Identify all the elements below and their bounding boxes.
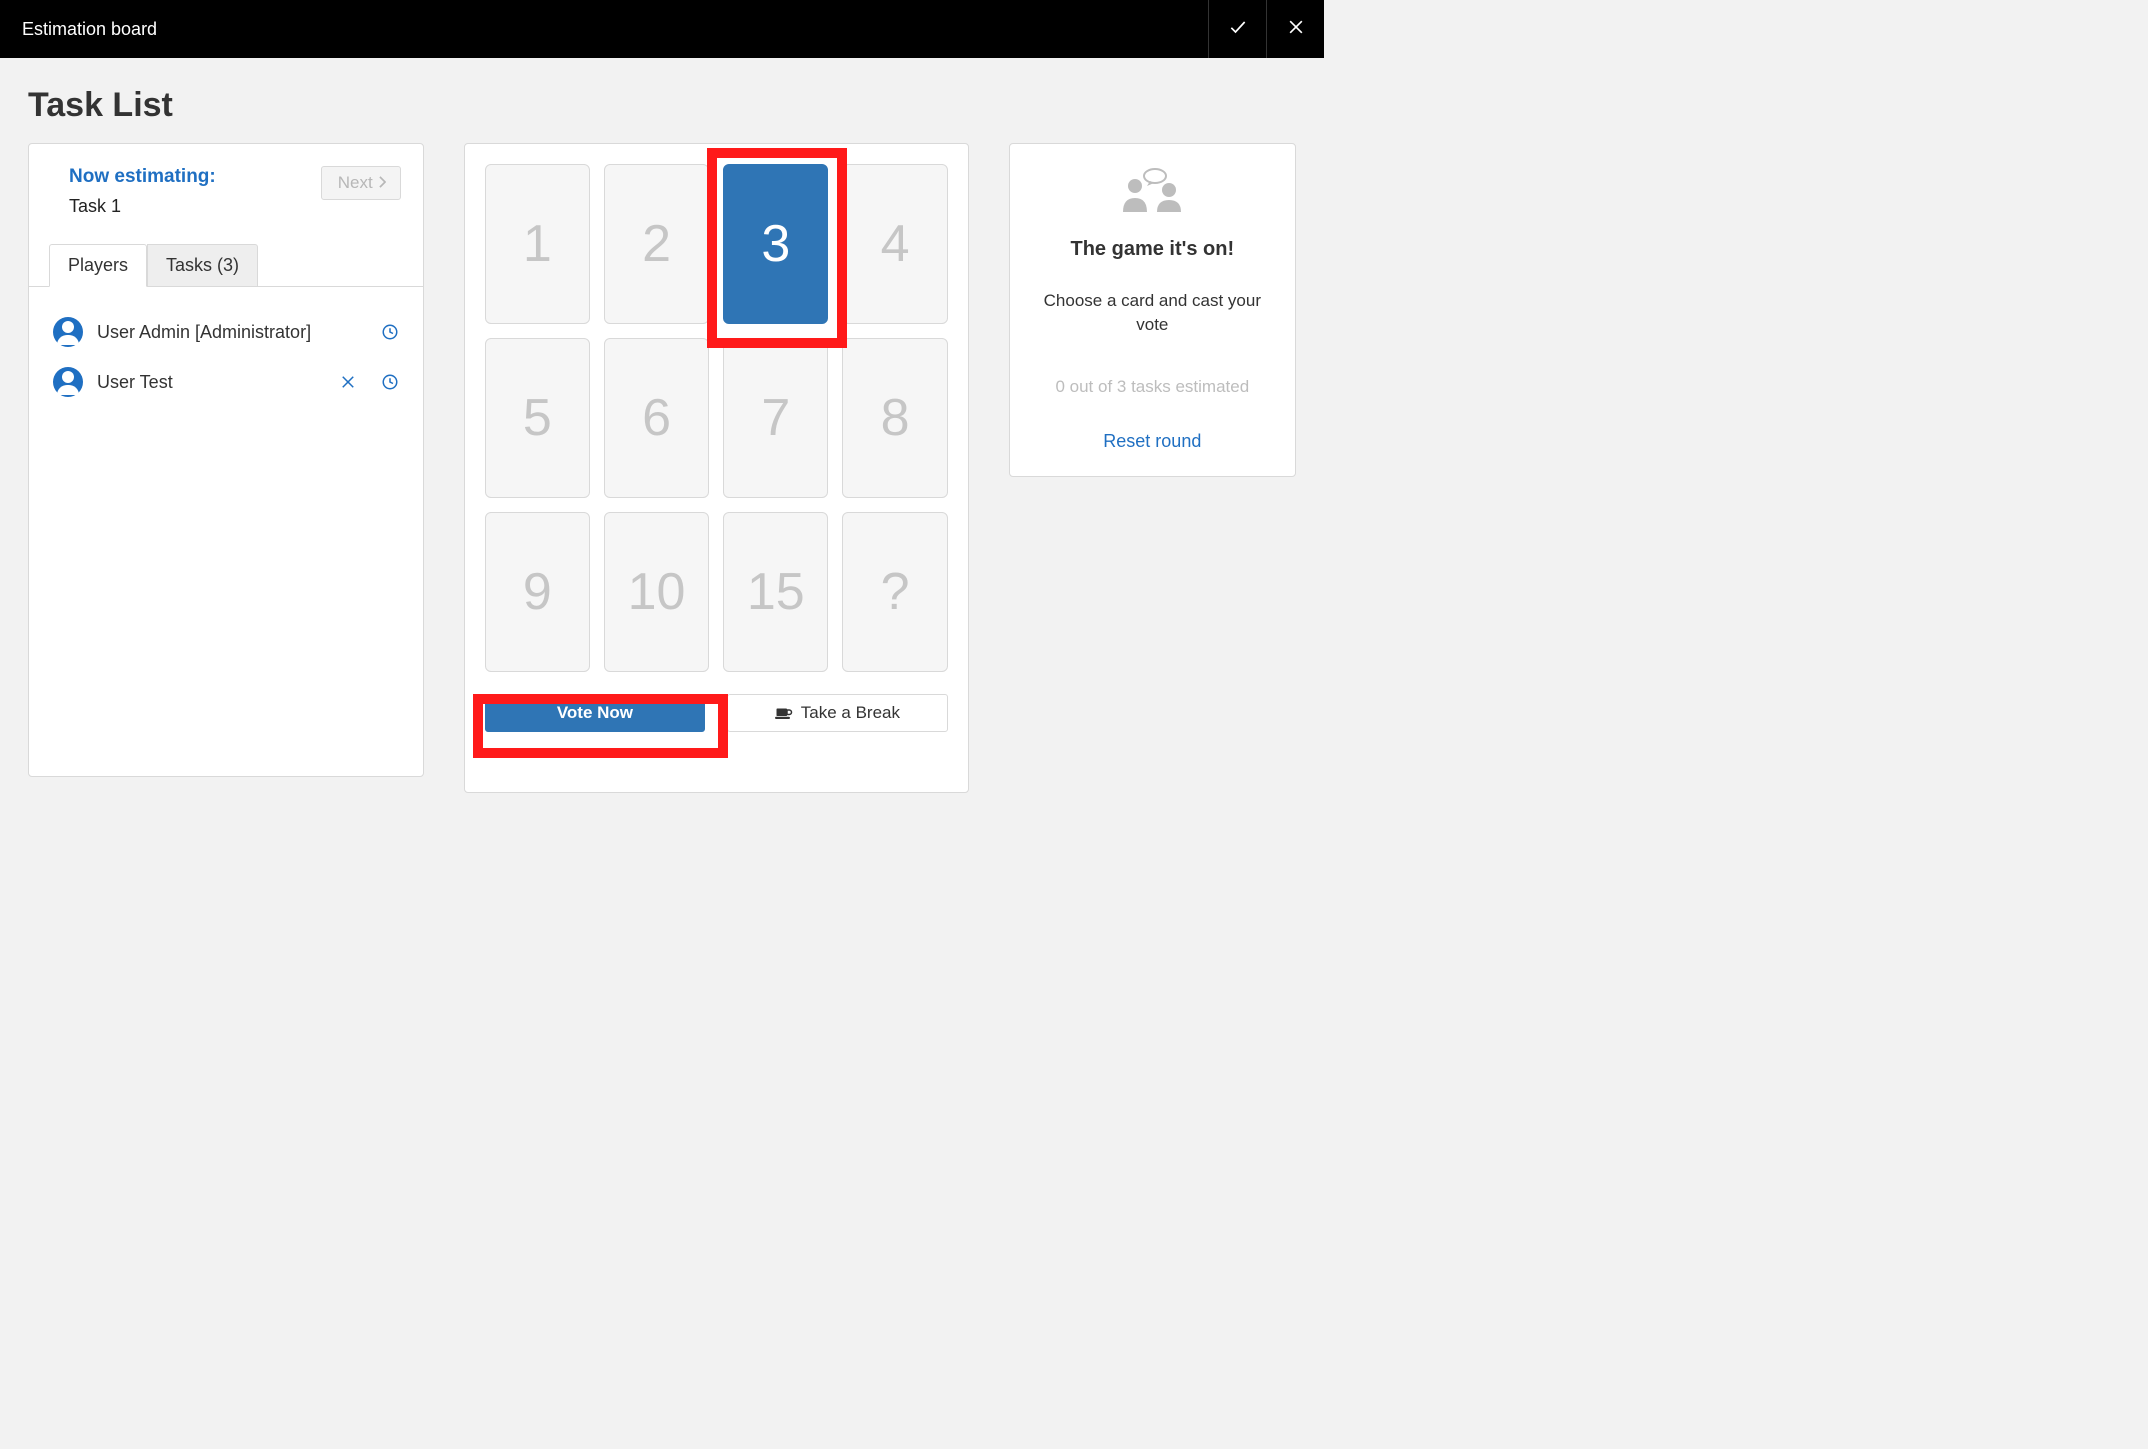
right-headline: The game it's on! (1070, 238, 1234, 261)
estimate-card-10[interactable]: 10 (604, 512, 709, 672)
estimate-card-1[interactable]: 1 (485, 164, 590, 324)
close-icon (1286, 17, 1306, 42)
clock-icon[interactable] (381, 323, 399, 341)
estimate-card-15[interactable]: 15 (723, 512, 828, 672)
coffee-icon (775, 705, 793, 721)
right-panel: The game it's on! Choose a card and cast… (1009, 143, 1296, 477)
vote-now-button[interactable]: Vote Now (485, 694, 705, 732)
remove-player-icon[interactable] (339, 373, 357, 391)
card-panel: 1234 5678 91015? Vote Now Take a Break (464, 143, 969, 793)
confirm-button[interactable] (1208, 0, 1266, 58)
reset-round-link[interactable]: Reset round (1103, 431, 1201, 452)
player-row: User Test (53, 357, 399, 407)
next-button[interactable]: Next (321, 166, 401, 200)
close-button[interactable] (1266, 0, 1324, 58)
page-title: Task List (28, 86, 1296, 125)
discussion-icon (1117, 168, 1187, 212)
tabs: Players Tasks (3) (49, 243, 423, 286)
estimate-card-8[interactable]: 8 (842, 338, 947, 498)
clock-icon[interactable] (381, 373, 399, 391)
topbar-title: Estimation board (22, 19, 157, 40)
tab-players[interactable]: Players (49, 244, 147, 287)
estimate-card-4[interactable]: 4 (842, 164, 947, 324)
estimate-card-?[interactable]: ? (842, 512, 947, 672)
take-break-label: Take a Break (801, 703, 900, 723)
player-row: User Admin [Administrator] (53, 307, 399, 357)
avatar-icon (53, 367, 83, 397)
tab-tasks[interactable]: Tasks (3) (147, 244, 258, 287)
estimate-card-5[interactable]: 5 (485, 338, 590, 498)
next-button-label: Next (338, 173, 373, 193)
chevron-right-icon (379, 173, 386, 193)
players-list: User Admin [Administrator] User Test (29, 286, 423, 776)
estimate-card-2[interactable]: 2 (604, 164, 709, 324)
right-description: Choose a card and cast your vote (1032, 289, 1273, 337)
estimate-card-7[interactable]: 7 (723, 338, 828, 498)
take-break-button[interactable]: Take a Break (727, 694, 947, 732)
current-task: Task 1 (69, 196, 216, 217)
left-panel: Now estimating: Task 1 Next Players Task… (28, 143, 424, 777)
estimate-card-6[interactable]: 6 (604, 338, 709, 498)
player-name: User Admin [Administrator] (97, 322, 311, 343)
check-icon (1228, 17, 1248, 42)
now-estimating-label: Now estimating: (69, 166, 216, 188)
estimate-card-9[interactable]: 9 (485, 512, 590, 672)
estimate-card-3[interactable]: 3 (723, 164, 828, 324)
player-name: User Test (97, 372, 173, 393)
topbar: Estimation board (0, 0, 1324, 58)
right-progress: 0 out of 3 tasks estimated (1055, 377, 1249, 397)
avatar-icon (53, 317, 83, 347)
